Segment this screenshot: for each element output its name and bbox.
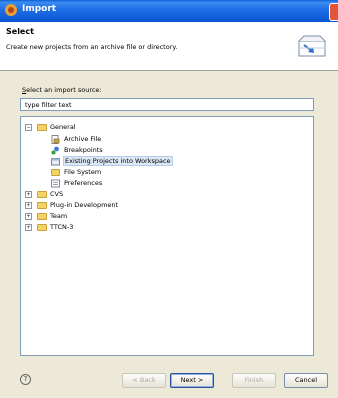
wizard-header: Select Create new projects from an archi… [0, 22, 338, 71]
expand-icon[interactable]: + [25, 224, 32, 231]
folder-icon [51, 169, 60, 176]
window-title: Import [22, 4, 57, 14]
close-icon[interactable] [329, 3, 338, 21]
filter-input[interactable]: type filter text [20, 98, 314, 111]
page-title: Select [6, 27, 34, 36]
preferences-icon [51, 179, 60, 188]
import-wizard-icon [298, 35, 326, 57]
archive-icon [51, 135, 60, 144]
cancel-button[interactable]: Cancel [284, 373, 328, 388]
tree-node-label: General [50, 123, 76, 131]
expand-icon[interactable]: + [25, 213, 32, 220]
tree-node-label: File System [64, 168, 102, 176]
expand-icon[interactable]: + [25, 202, 32, 209]
page-description: Create new projects from an archive file… [6, 43, 178, 51]
import-source-tree[interactable]: − General Archive File Breakpoints Exist… [20, 116, 314, 356]
tree-node-label: Breakpoints [64, 146, 103, 154]
finish-button[interactable]: Finish [232, 373, 276, 388]
collapse-icon[interactable]: − [25, 124, 32, 131]
folder-icon [37, 202, 47, 209]
tree-node-label: TTCN-3 [50, 223, 74, 231]
project-icon [51, 158, 60, 166]
breakpoint-icon [51, 146, 59, 155]
folder-icon [37, 224, 47, 231]
back-button[interactable]: < Back [122, 373, 166, 388]
help-icon[interactable]: ? [20, 374, 31, 385]
expand-icon[interactable]: + [25, 191, 32, 198]
folder-icon [37, 213, 47, 220]
import-source-label: Select an import source: [22, 86, 102, 94]
next-button[interactable]: Next > [170, 373, 214, 388]
tree-node-label: Existing Projects into Workspace [63, 156, 173, 166]
label-text: elect an import source: [26, 86, 102, 94]
tree-node-label: CVS [50, 190, 64, 198]
import-dialog: Import Select Create new projects from a… [0, 0, 338, 398]
folder-icon [37, 191, 47, 198]
title-bar[interactable]: Import [0, 0, 338, 22]
tree-node-label: Plug-in Development [50, 201, 119, 209]
app-icon [5, 4, 17, 16]
tree-node-label: Preferences [64, 179, 103, 187]
tree-node-label: Archive File [64, 135, 102, 143]
tree-node-label: Team [50, 212, 68, 220]
folder-icon [37, 124, 47, 131]
